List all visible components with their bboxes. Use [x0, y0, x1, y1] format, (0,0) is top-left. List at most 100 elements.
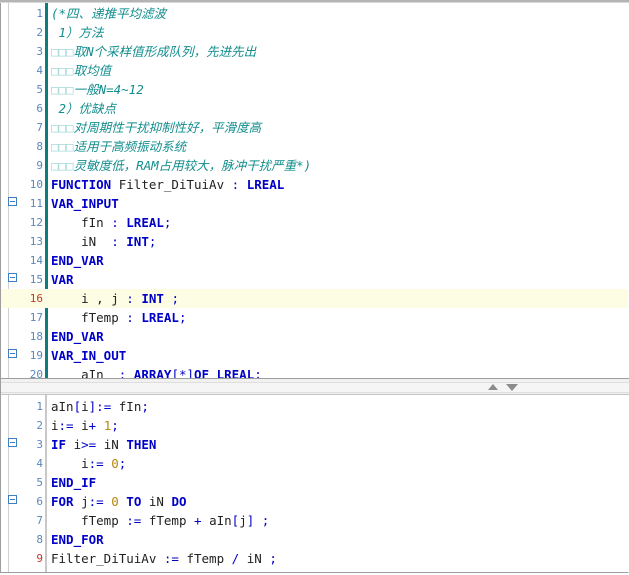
code-line[interactable]: 6 2）优缺点: [1, 99, 628, 118]
code-line[interactable]: 11 VAR_INPUT: [1, 194, 628, 213]
split-up-arrow-icon[interactable]: [488, 384, 498, 390]
pane-splitter[interactable]: [0, 378, 629, 395]
token-cmt: 1）方法: [51, 25, 104, 40]
code-text[interactable]: □□□取均值: [51, 61, 111, 80]
code-line[interactable]: 16 i , j : INT ;: [1, 289, 628, 308]
code-line[interactable]: 8 END_FOR: [1, 530, 628, 549]
code-text[interactable]: Filter_DiTuiAv := fTemp / iN ;: [51, 549, 277, 568]
code-text[interactable]: VAR_INPUT: [51, 194, 119, 213]
fold-toggle-icon[interactable]: [1, 270, 23, 289]
code-line[interactable]: 3 □□□取N个采样值形成队列，先进先出: [1, 42, 628, 61]
splitter-track[interactable]: [1, 382, 629, 393]
token-typ: LREAL: [141, 310, 179, 325]
code-line[interactable]: 20 aIn : ARRAY[*]OF LREAL;: [1, 365, 628, 378]
code-text[interactable]: VAR: [51, 270, 74, 289]
split-down-arrow-icon[interactable]: [506, 384, 518, 391]
code-line[interactable]: 1 aIn[i]:= fIn;: [1, 397, 628, 416]
collapse-minus-icon[interactable]: [7, 495, 17, 504]
code-line[interactable]: 17 fTemp : LREAL;: [1, 308, 628, 327]
code-line[interactable]: 18 END_VAR: [1, 327, 628, 346]
fold-toggle-icon[interactable]: [1, 346, 23, 365]
token-id: fIn: [118, 399, 142, 414]
line-number: 1: [36, 400, 43, 413]
code-text[interactable]: fTemp : LREAL;: [51, 308, 187, 327]
code-line[interactable]: 13 iN : INT;: [1, 232, 628, 251]
code-line[interactable]: 2 i:= i+ 1;: [1, 416, 628, 435]
code-line[interactable]: 7 fTemp := fTemp + aIn[j] ;: [1, 511, 628, 530]
declaration-code-rows[interactable]: 1 (*四、递推平均滤波 2 1）方法 3 □□□取N个采样值形成队列，先进先出 4 □□□…: [1, 4, 628, 378]
code-text[interactable]: 2）优缺点: [51, 99, 117, 118]
code-text[interactable]: iN : INT;: [51, 232, 156, 251]
code-text[interactable]: END_VAR: [51, 251, 104, 270]
code-text[interactable]: END_FOR: [51, 530, 104, 549]
token-typ: INT: [141, 291, 164, 306]
code-line[interactable]: 7 □□□对周期性干扰抑制性好，平滑度高: [1, 118, 628, 137]
code-line[interactable]: 6 FOR j:= 0 TO iN DO: [1, 492, 628, 511]
code-line[interactable]: 15 VAR: [1, 270, 628, 289]
code-line[interactable]: 19 VAR_IN_OUT: [1, 346, 628, 365]
token-op: ;: [178, 310, 187, 325]
code-text[interactable]: aIn : ARRAY[*]OF LREAL;: [51, 365, 262, 378]
code-text[interactable]: (*四、递推平均滤波: [51, 4, 166, 23]
token-op: ;: [111, 418, 119, 433]
code-text[interactable]: □□□取N个采样值形成队列，先进先出: [51, 42, 256, 61]
collapse-minus-icon[interactable]: [7, 197, 17, 206]
code-line[interactable]: 5 END_IF: [1, 473, 628, 492]
token-punc: [126, 367, 134, 378]
code-text[interactable]: aIn[i]:= fIn;: [51, 397, 149, 416]
fold-margin-cell: [1, 4, 23, 23]
token-id: j: [239, 513, 247, 528]
code-text[interactable]: IF i>= iN THEN: [51, 435, 156, 454]
token-cmt: 适用于高频振动系统: [73, 139, 187, 154]
code-text[interactable]: i , j : INT ;: [51, 289, 179, 308]
code-text[interactable]: FUNCTION Filter_DiTuiAv : LREAL: [51, 175, 284, 194]
fold-toggle-icon[interactable]: [1, 435, 23, 454]
code-text[interactable]: □□□适用于高频振动系统: [51, 137, 186, 156]
code-line[interactable]: 4 □□□取均值: [1, 61, 628, 80]
declaration-pane[interactable]: 1 (*四、递推平均滤波 2 1）方法 3 □□□取N个采样值形成队列，先进先出 4 □□□…: [0, 3, 629, 378]
implementation-pane[interactable]: 1 aIn[i]:= fIn; 2 i:= i+ 1; 3 IF i>= iN THEN 4…: [0, 395, 629, 573]
code-text[interactable]: END_VAR: [51, 327, 104, 346]
splitter-arrows[interactable]: [488, 382, 530, 394]
fold-margin-cell: [1, 118, 23, 137]
code-text[interactable]: VAR_IN_OUT: [51, 346, 126, 365]
code-line[interactable]: 1 (*四、递推平均滤波: [1, 4, 628, 23]
code-line[interactable]: 8 □□□适用于高频振动系统: [1, 137, 628, 156]
token-kw: DO: [171, 494, 187, 509]
code-text[interactable]: FOR j:= 0 TO iN DO: [51, 492, 187, 511]
code-text[interactable]: i:= i+ 1;: [51, 416, 119, 435]
token-punc: [141, 494, 149, 509]
code-line[interactable]: 14 END_VAR: [1, 251, 628, 270]
code-text[interactable]: END_IF: [51, 473, 96, 492]
code-line[interactable]: 10 FUNCTION Filter_DiTuiAv : LREAL: [1, 175, 628, 194]
collapse-minus-icon[interactable]: [7, 349, 17, 358]
code-text[interactable]: fTemp := fTemp + aIn[j] ;: [51, 511, 269, 530]
code-line[interactable]: 9 Filter_DiTuiAv := fTemp / iN ;: [1, 549, 628, 568]
fold-toggle-icon[interactable]: [1, 492, 23, 511]
token-kw: VAR: [51, 272, 74, 287]
code-text[interactable]: □□□对周期性干扰抑制性好，平滑度高: [51, 118, 261, 137]
code-line[interactable]: 2 1）方法: [1, 23, 628, 42]
token-op: :=: [126, 513, 142, 528]
code-text[interactable]: □□□灵敏度低，RAM占用较大，脉冲干扰严重*): [51, 156, 311, 175]
code-line[interactable]: 3 IF i>= iN THEN: [1, 435, 628, 454]
code-line[interactable]: 4 i:= 0;: [1, 454, 628, 473]
line-number: 10: [29, 178, 43, 191]
code-text[interactable]: i:= 0;: [51, 454, 126, 473]
code-line[interactable]: 5 □□□一般N=4~12: [1, 80, 628, 99]
implementation-code-rows[interactable]: 1 aIn[i]:= fIn; 2 i:= i+ 1; 3 IF i>= iN THEN 4…: [1, 397, 628, 568]
token-kw: VAR_INPUT: [51, 196, 119, 211]
code-line[interactable]: 12 fIn : LREAL;: [1, 213, 628, 232]
line-number: 6: [36, 102, 43, 115]
code-text[interactable]: □□□一般N=4~12: [51, 80, 144, 99]
line-number: 4: [36, 64, 43, 77]
token-cmt: 取均值: [73, 63, 112, 78]
code-text[interactable]: 1）方法: [51, 23, 104, 42]
fold-toggle-icon[interactable]: [1, 194, 23, 213]
code-line[interactable]: 9 □□□灵敏度低，RAM占用较大，脉冲干扰严重*): [1, 156, 628, 175]
line-number: 12: [29, 216, 43, 229]
code-text[interactable]: fIn : LREAL;: [51, 213, 171, 232]
token-op: :: [111, 215, 119, 230]
collapse-minus-icon[interactable]: [7, 273, 17, 282]
collapse-minus-icon[interactable]: [7, 438, 17, 447]
